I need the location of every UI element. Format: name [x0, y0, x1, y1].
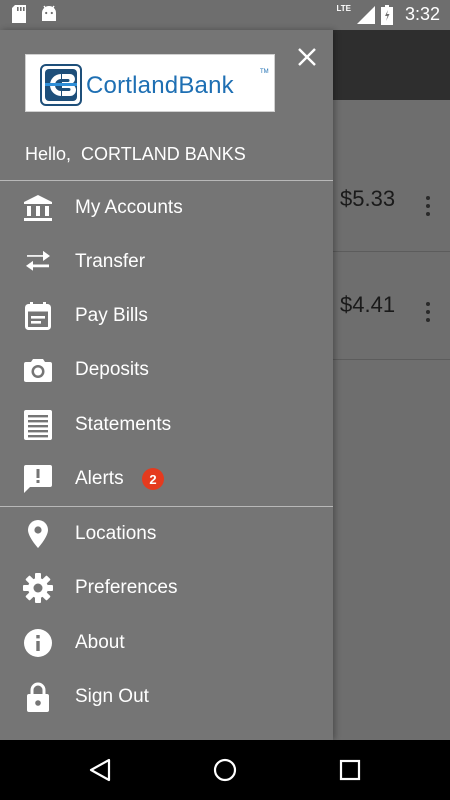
- network-type: LTE: [336, 4, 351, 13]
- account-balance: $4.41: [340, 292, 396, 317]
- back-triangle-icon: [89, 758, 111, 782]
- back-button[interactable]: [85, 755, 115, 785]
- cortland-logo-icon: [40, 64, 82, 106]
- signal-icon: [356, 5, 375, 24]
- system-navigation-bar: [0, 740, 450, 800]
- android-icon: [42, 5, 56, 21]
- menu-label: Transfer: [75, 251, 146, 272]
- info-icon: [22, 627, 54, 659]
- menu-item-locations[interactable]: Locations: [0, 507, 333, 561]
- menu-item-statements[interactable]: Statements: [0, 398, 333, 452]
- menu-label: About: [75, 632, 125, 653]
- menu-item-preferences[interactable]: Preferences: [0, 561, 333, 615]
- menu-item-deposits[interactable]: Deposits: [0, 343, 333, 397]
- menu-item-transfer[interactable]: Transfer: [0, 235, 333, 289]
- bank-name: CortlandBank: [86, 72, 234, 99]
- transfer-arrows-icon: [22, 246, 54, 278]
- menu-label: Alerts: [75, 468, 124, 489]
- overflow-menu-icon[interactable]: [420, 194, 436, 218]
- alert-message-icon: [22, 463, 54, 495]
- recents-button[interactable]: [335, 755, 365, 785]
- overflow-menu-icon[interactable]: [420, 300, 436, 324]
- user-greeting: Hello, CORTLAND BANKS: [25, 144, 246, 164]
- menu-label: Preferences: [75, 577, 178, 598]
- sd-card-icon: [12, 5, 26, 23]
- menu-label: Locations: [75, 523, 157, 544]
- close-drawer-button[interactable]: [292, 42, 322, 72]
- menu-item-alerts[interactable]: Alerts 2: [0, 452, 333, 506]
- camera-icon: [22, 354, 54, 386]
- document-lines-icon: [22, 409, 54, 441]
- menu-label: My Accounts: [75, 197, 183, 218]
- alerts-count-badge: 2: [142, 468, 164, 490]
- bank-icon: [22, 192, 54, 224]
- bank-logo: CortlandBank TM: [25, 54, 275, 112]
- home-button[interactable]: [210, 755, 240, 785]
- calendar-bill-icon: [22, 300, 54, 332]
- lock-icon: [22, 681, 54, 713]
- gear-icon: [22, 572, 54, 604]
- account-balance: $5.33: [340, 186, 396, 211]
- status-bar: LTE 3:32: [0, 0, 450, 30]
- clock: 3:32: [404, 4, 440, 24]
- battery-icon: [380, 4, 393, 25]
- menu-item-about[interactable]: About: [0, 616, 333, 670]
- menu-label: Statements: [75, 414, 172, 435]
- menu-label: Sign Out: [75, 686, 149, 707]
- navigation-drawer: CortlandBank TM Hello, CORTLAND BANKS My…: [0, 30, 333, 740]
- menu-item-sign-out[interactable]: Sign Out: [0, 670, 333, 724]
- close-icon: [298, 48, 316, 66]
- menu-label: Pay Bills: [75, 305, 148, 326]
- menu-item-my-accounts[interactable]: My Accounts: [0, 181, 333, 235]
- menu-item-pay-bills[interactable]: Pay Bills: [0, 289, 333, 343]
- recents-square-icon: [339, 759, 361, 781]
- trademark: TM: [260, 69, 269, 75]
- menu-label: Deposits: [75, 359, 149, 380]
- location-pin-icon: [22, 518, 54, 550]
- home-circle-icon: [213, 758, 237, 782]
